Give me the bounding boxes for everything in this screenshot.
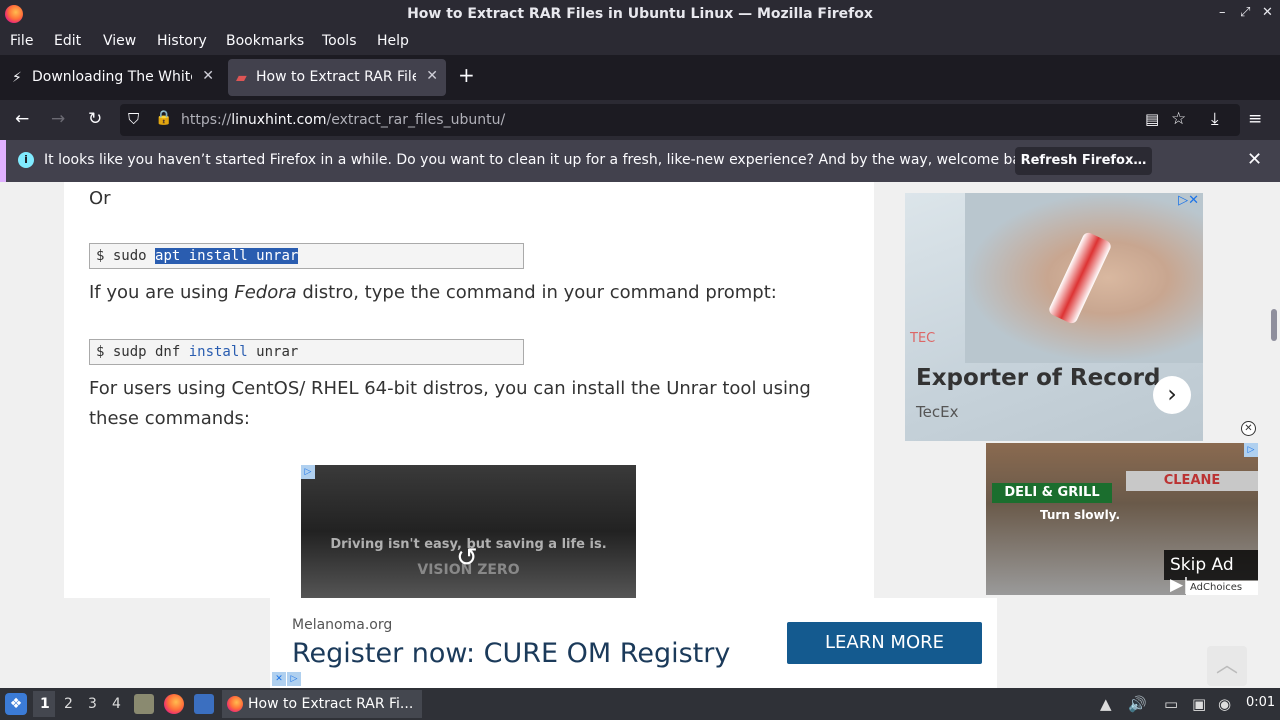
chevron-right-icon[interactable]: ›: [1153, 376, 1191, 414]
page-content: Or $ sudo apt install unrar If you are u…: [0, 182, 1280, 598]
bookmark-star-icon[interactable]: ☆: [1171, 109, 1186, 129]
start-menu-icon[interactable]: ❖: [5, 693, 27, 715]
display-icon[interactable]: ▣: [1192, 695, 1206, 713]
close-tab-icon[interactable]: ✕: [202, 68, 214, 84]
scrollbar-track[interactable]: [1268, 182, 1280, 598]
workspace-2[interactable]: 2: [64, 696, 73, 712]
notification-accent: [0, 140, 6, 182]
maximize-button[interactable]: ⤢: [1240, 5, 1250, 20]
ad-headline: Exporter of Record: [916, 365, 1161, 391]
clipboard-icon[interactable]: ▭: [1164, 695, 1178, 713]
video-background: [301, 465, 636, 598]
skip-ad-button[interactable]: Skip Ad ▶|: [1164, 550, 1258, 595]
tab-bar: ⚡ Downloading The White H ✕ ▰ How to Ext…: [0, 55, 1280, 100]
tab-extract-rar[interactable]: ▰ How to Extract RAR Files ✕: [228, 59, 446, 96]
side-ad-banner[interactable]: TEC Exporter of Record TecEx › ▷✕: [905, 193, 1203, 441]
tab-label: How to Extract RAR Files: [256, 69, 416, 85]
reload-icon[interactable]: ↻: [88, 109, 102, 129]
adchoices-link[interactable]: AdChoices: [1186, 581, 1258, 595]
fedora-paragraph: If you are using Fedora distro, type the…: [89, 282, 777, 303]
shield-icon[interactable]: ⛉: [128, 110, 139, 128]
scrollbar-thumb[interactable]: [1271, 309, 1277, 341]
url-bar[interactable]: ⛉ 🔒 https://linuxhint.com/extract_rar_fi…: [120, 104, 1240, 136]
firefox-launcher-icon[interactable]: [164, 694, 184, 714]
taskbar-window-label: How to Extract RAR Fi...: [248, 696, 414, 712]
menu-help[interactable]: Help: [377, 33, 409, 49]
menu-tools[interactable]: Tools: [322, 33, 357, 49]
close-video-ad-icon[interactable]: ✕: [1241, 421, 1256, 436]
video-overlay-text: Turn slowly.: [1040, 508, 1121, 522]
reader-view-icon[interactable]: ▤: [1145, 110, 1159, 128]
ad-org: Melanoma.org: [292, 617, 393, 633]
url-text[interactable]: https://linuxhint.com/extract_rar_files_…: [181, 112, 505, 128]
clock: 0:01: [1246, 695, 1276, 710]
ad-logo: TEC: [910, 331, 936, 346]
tab-label: Downloading The White H: [32, 69, 192, 85]
back-icon[interactable]: ←: [15, 109, 29, 129]
learn-more-button[interactable]: LEARN MORE: [787, 622, 982, 664]
menu-history[interactable]: History: [157, 33, 207, 49]
article-body: Or $ sudo apt install unrar If you are u…: [64, 182, 874, 598]
close-window-button[interactable]: ✕: [1262, 5, 1273, 20]
taskbar-firefox-window[interactable]: How to Extract RAR Fi...: [222, 690, 422, 718]
window-title: How to Extract RAR Files in Ubuntu Linux…: [407, 6, 873, 22]
code-block-apt[interactable]: $ sudo apt install unrar: [89, 243, 524, 269]
navigation-toolbar: ← → ↻ ⛉ 🔒 https://linuxhint.com/extract_…: [0, 100, 1280, 140]
tray-updates-icon[interactable]: ▲: [1100, 695, 1112, 713]
tab-downloading[interactable]: ⚡ Downloading The White H ✕: [4, 59, 222, 96]
forward-icon[interactable]: →: [51, 109, 65, 129]
ad-brand: TecEx: [916, 403, 959, 421]
workspace-3[interactable]: 3: [88, 696, 97, 712]
ad-info-icon[interactable]: ▷: [301, 465, 315, 479]
replay-icon[interactable]: ↺: [456, 543, 478, 573]
cleaners-sign: CLEANE: [1126, 471, 1258, 491]
minimize-button[interactable]: –: [1219, 5, 1226, 20]
bottom-ad-bar: Melanoma.org Register now: CURE OM Regis…: [0, 598, 1280, 688]
centos-paragraph-line2: these commands:: [89, 408, 250, 429]
ad-info-icon[interactable]: ▷: [287, 672, 301, 686]
ad-headline: Register now: CURE OM Registry: [292, 638, 731, 669]
bottom-ad[interactable]: Melanoma.org Register now: CURE OM Regis…: [270, 598, 997, 688]
lightning-icon: ⚡: [12, 70, 22, 86]
linuxhint-favicon-icon: ▰: [236, 70, 247, 86]
code-block-dnf[interactable]: $ sudp dnf install unrar: [89, 339, 524, 365]
or-text: Or: [89, 188, 111, 209]
hamburger-menu-icon[interactable]: ≡: [1248, 109, 1262, 129]
back-to-top-icon[interactable]: ︿: [1207, 646, 1247, 686]
refresh-firefox-button[interactable]: Refresh Firefox…: [1015, 147, 1152, 175]
desktop-icon[interactable]: [194, 694, 214, 714]
new-tab-button[interactable]: +: [458, 63, 475, 87]
window-titlebar: How to Extract RAR Files in Ubuntu Linux…: [0, 0, 1280, 29]
video-ad[interactable]: DELI & GRILL CLEANE Turn slowly. Skip Ad…: [986, 443, 1258, 595]
menu-file[interactable]: File: [10, 33, 33, 49]
downloads-icon[interactable]: ⤓: [1211, 109, 1219, 129]
ad-info-icon[interactable]: ▷: [1244, 443, 1258, 457]
deli-sign: DELI & GRILL: [992, 483, 1112, 503]
notification-bar: i It looks like you haven’t started Fire…: [0, 140, 1280, 182]
lock-icon[interactable]: 🔒: [155, 110, 172, 126]
ad-close-icon[interactable]: ▷✕: [1178, 193, 1199, 208]
volume-icon[interactable]: 🔊: [1128, 695, 1147, 713]
menu-bar: File Edit View History Bookmarks Tools H…: [0, 29, 1280, 55]
workspace-4[interactable]: 4: [112, 696, 121, 712]
notification-message: It looks like you haven’t started Firefo…: [44, 152, 1043, 168]
menu-bookmarks[interactable]: Bookmarks: [226, 33, 304, 49]
taskbar: ❖ 1 2 3 4 How to Extract RAR Fi... ▲ 🔊 ▭…: [0, 688, 1280, 720]
inline-video-ad[interactable]: Driving isn't easy, but saving a life is…: [301, 465, 636, 598]
menu-edit[interactable]: Edit: [54, 33, 81, 49]
file-manager-icon[interactable]: [134, 694, 154, 714]
close-tab-icon[interactable]: ✕: [426, 68, 438, 84]
menu-view[interactable]: View: [103, 33, 136, 49]
close-notification-icon[interactable]: ✕: [1247, 149, 1262, 170]
selected-text: apt install unrar: [155, 248, 299, 264]
info-icon: i: [18, 152, 34, 168]
ad-close-icon[interactable]: ✕: [272, 672, 286, 686]
workspace-1[interactable]: 1: [40, 696, 50, 712]
firefox-icon: [227, 696, 243, 712]
centos-paragraph-line1: For users using CentOS/ RHEL 64-bit dist…: [89, 378, 811, 399]
notification-tray-icon[interactable]: ◉: [1218, 695, 1231, 713]
